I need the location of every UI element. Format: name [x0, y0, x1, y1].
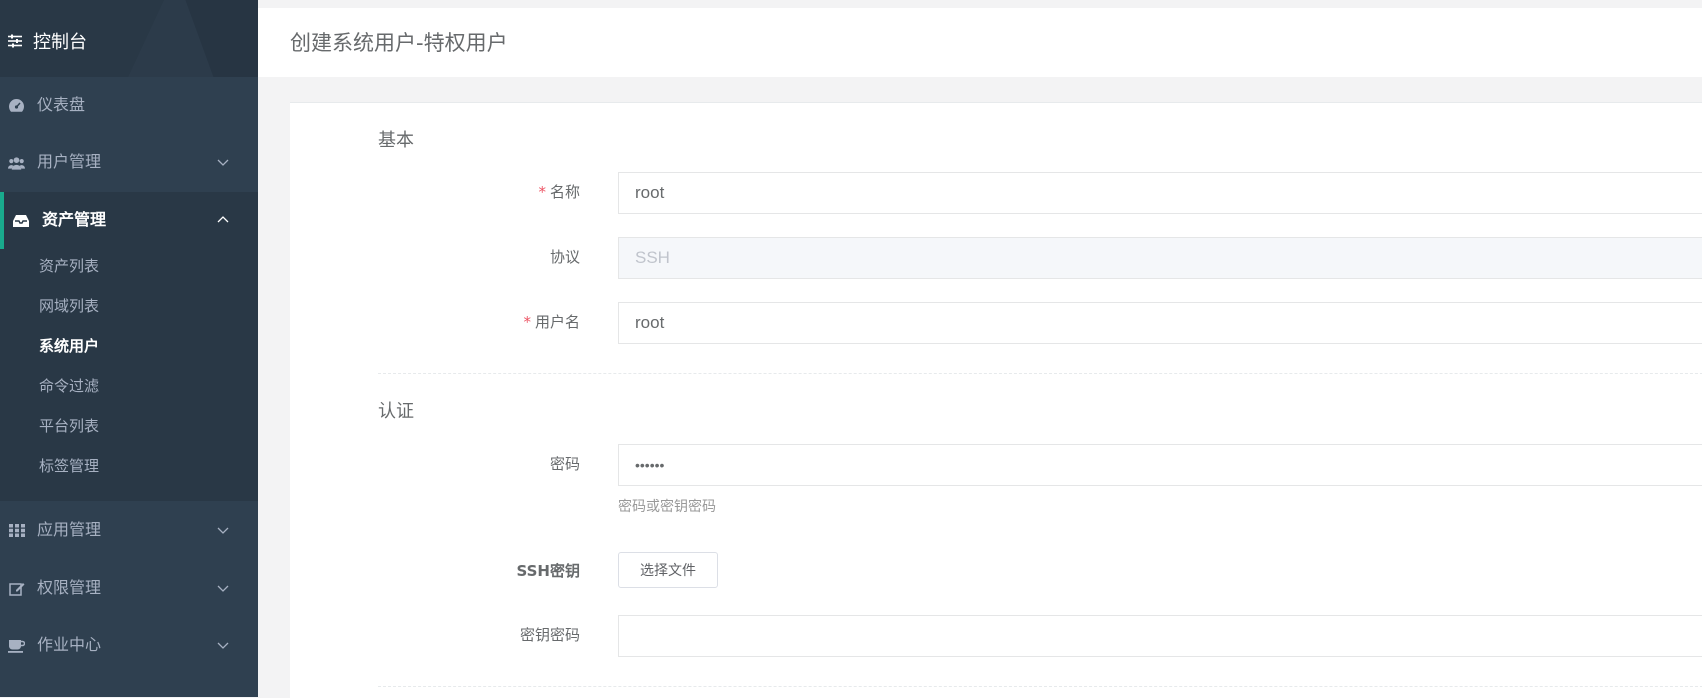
chevron-down-icon	[217, 642, 229, 649]
protocol-label: 协议	[549, 248, 580, 266]
chevron-down-icon	[217, 527, 229, 534]
chevron-down-icon	[217, 159, 229, 166]
form-card: 基本 * 名称 root 协议 SSH * 用户名 root 认证 密码 •••••…	[290, 102, 1702, 698]
page-title: 创建系统用户-特权用户	[290, 31, 508, 55]
coffee-icon	[8, 637, 25, 654]
submenu-item-asset-list[interactable]: 资产列表	[39, 256, 99, 276]
key-password-label: 密钥密码	[519, 626, 580, 644]
submenu-item-domain-list[interactable]: 网域列表	[39, 296, 99, 316]
sliders-icon	[8, 34, 22, 48]
name-label: * 名称	[538, 183, 580, 201]
key-password-input[interactable]	[618, 615, 1702, 657]
section-divider	[378, 686, 1702, 687]
sidebar-item-label: 资产管理	[42, 210, 107, 229]
asset-submenu: 资产列表 网域列表 系统用户 命令过滤 平台列表 标签管理	[0, 249, 258, 501]
sidebar-item-applications[interactable]: 应用管理	[0, 502, 258, 559]
grid-icon	[8, 522, 25, 539]
submenu-item-system-user[interactable]: 系统用户	[39, 336, 99, 356]
password-hint: 密码或密钥密码	[618, 499, 716, 515]
submenu-item-platform-list[interactable]: 平台列表	[39, 416, 99, 436]
protocol-input[interactable]: SSH	[618, 237, 1702, 279]
users-icon	[8, 154, 25, 171]
submenu-item-label-manage[interactable]: 标签管理	[39, 456, 99, 476]
sidebar-item-label: 用户管理	[37, 152, 102, 171]
section-divider	[378, 373, 1702, 374]
inbox-icon	[12, 212, 29, 229]
sidebar-item-permissions[interactable]: 权限管理	[0, 560, 258, 617]
sidebar-item-jobs[interactable]: 作业中心	[0, 617, 258, 674]
section-auth-title: 认证	[378, 401, 414, 422]
sidebar-item-users[interactable]: 用户管理	[0, 134, 258, 191]
brand-label: 控制台	[33, 32, 87, 53]
username-input[interactable]: root	[618, 302, 1702, 344]
submenu-item-command-filter[interactable]: 命令过滤	[39, 376, 99, 396]
sidebar-brand[interactable]: 控制台	[0, 0, 258, 77]
sidebar: 控制台 仪表盘 用户管理 资产管理 资产列表 网域列表 系统用户 命令过滤 平台…	[0, 0, 258, 697]
sidebar-item-label: 作业中心	[37, 635, 102, 654]
username-label: * 用户名	[523, 313, 580, 331]
sidebar-item-assets[interactable]: 资产管理	[0, 192, 258, 249]
sidebar-item-label: 应用管理	[37, 520, 102, 539]
chevron-up-icon	[217, 216, 229, 223]
sidebar-item-label: 权限管理	[37, 578, 102, 597]
page-header: 创建系统用户-特权用户	[258, 0, 1702, 77]
chevron-down-icon	[217, 585, 229, 592]
password-input[interactable]: ••••••	[618, 444, 1702, 486]
dashboard-icon	[8, 97, 25, 114]
ssh-key-label: SSH密钥	[516, 562, 581, 580]
section-basic-title: 基本	[378, 130, 414, 151]
password-label: 密码	[549, 455, 580, 473]
edit-icon	[8, 580, 25, 597]
choose-file-button[interactable]: 选择文件	[618, 552, 718, 588]
sidebar-item-dashboard[interactable]: 仪表盘	[0, 77, 258, 134]
name-input[interactable]: root	[618, 172, 1702, 214]
sidebar-item-label: 仪表盘	[37, 95, 86, 114]
